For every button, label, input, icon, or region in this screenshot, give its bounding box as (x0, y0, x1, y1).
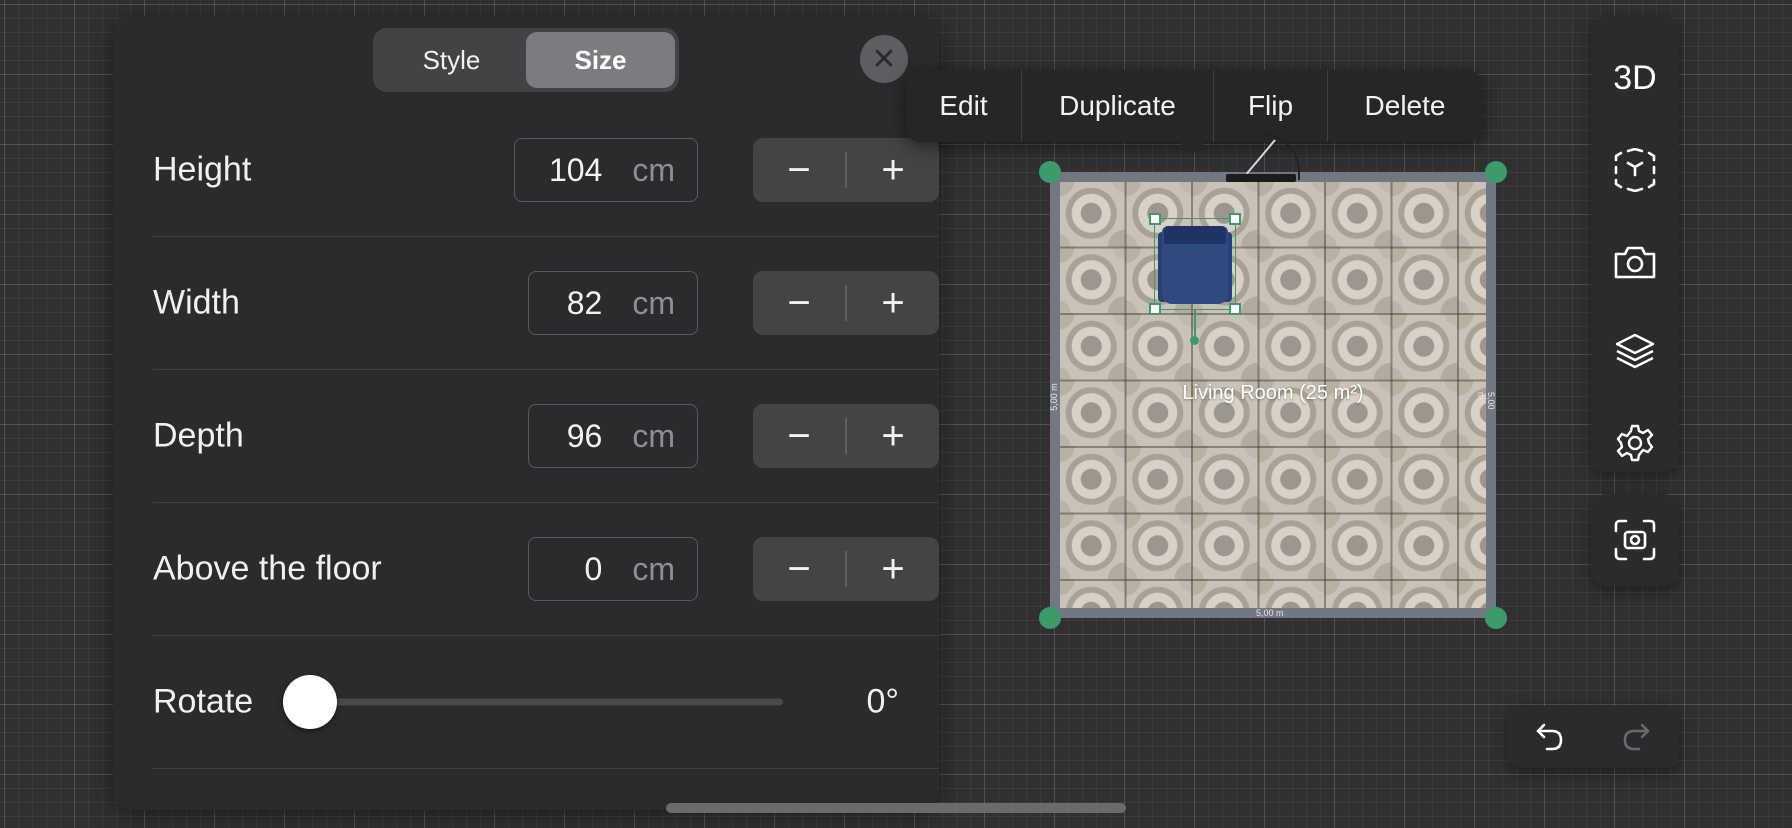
corner-handle-bottom-right[interactable] (1485, 607, 1507, 629)
settings-icon (1616, 424, 1654, 462)
height-decrement-button[interactable]: − (753, 138, 845, 202)
height-value: 104 (548, 151, 603, 188)
depth-value: 96 (566, 417, 603, 454)
width-decrement-button[interactable]: − (753, 271, 845, 335)
height-label: Height (153, 150, 252, 189)
height-unit: cm (632, 151, 675, 188)
delete-button[interactable]: Delete (1328, 70, 1482, 142)
width-label: Width (153, 283, 240, 322)
fit-view-icon (1614, 148, 1656, 192)
depth-decrement-button[interactable]: − (753, 404, 845, 468)
width-value: 82 (566, 284, 603, 321)
depth-label: Depth (153, 416, 244, 455)
door[interactable] (1226, 174, 1296, 182)
elevation-stepper: − + (753, 537, 939, 601)
home-indicator (666, 803, 1126, 813)
height-field[interactable]: 104 cm (514, 138, 698, 202)
history-controls (1507, 706, 1679, 768)
resize-handle-top-left[interactable] (1149, 213, 1161, 225)
screenshot-button[interactable] (1591, 494, 1679, 586)
layers-button[interactable] (1591, 312, 1679, 392)
camera-icon (1614, 246, 1656, 279)
depth-field[interactable]: 96 cm (528, 404, 698, 468)
depth-increment-button[interactable]: + (847, 404, 939, 468)
flip-button[interactable]: Flip (1214, 70, 1328, 142)
height-row: Height 104 cm − + (153, 104, 939, 237)
rotate-value: 0° (866, 682, 899, 721)
elevation-increment-button[interactable]: + (847, 537, 939, 601)
selection-box (1154, 218, 1236, 310)
width-stepper: − + (753, 271, 939, 335)
corner-handle-top-right[interactable] (1485, 161, 1507, 183)
properties-panel: Style Size ✕ Height 104 cm − + Width 82 … (113, 16, 939, 810)
depth-unit: cm (632, 417, 675, 454)
elevation-value: 0 (584, 550, 603, 587)
edit-button[interactable]: Edit (906, 70, 1022, 142)
width-unit: cm (632, 284, 675, 321)
dimension-bottom: 5,00 m (1256, 608, 1284, 618)
view-toolbar: 3D (1591, 16, 1679, 472)
redo-icon (1623, 723, 1650, 751)
duplicate-button[interactable]: Duplicate (1022, 70, 1214, 142)
close-button[interactable]: ✕ (860, 35, 908, 83)
elevation-unit: cm (632, 550, 675, 587)
width-field[interactable]: 82 cm (528, 271, 698, 335)
settings-button[interactable] (1591, 403, 1679, 483)
close-icon: ✕ (871, 42, 897, 76)
room-label: Living Room (25 m²) (1182, 382, 1364, 404)
context-menu-pointer (1178, 141, 1206, 155)
view-3d-button[interactable]: 3D (1591, 38, 1679, 118)
depth-row: Depth 96 cm − + (153, 370, 939, 503)
width-increment-button[interactable]: + (847, 271, 939, 335)
rotate-label: Rotate (153, 682, 254, 721)
corner-handle-bottom-left[interactable] (1039, 607, 1061, 629)
height-increment-button[interactable]: + (847, 138, 939, 202)
depth-stepper: − + (753, 404, 939, 468)
undo-button[interactable] (1507, 706, 1593, 768)
height-stepper: − + (753, 138, 939, 202)
context-menu: Edit Duplicate Flip Delete (906, 70, 1482, 142)
camera-button[interactable] (1591, 222, 1679, 302)
resize-handle-bottom-right[interactable] (1229, 303, 1241, 315)
corner-handle-top-left[interactable] (1039, 161, 1061, 183)
tab-switcher: Style Size (373, 28, 679, 92)
rotation-handle[interactable] (1190, 336, 1199, 345)
undo-icon (1536, 723, 1563, 751)
tab-style[interactable]: Style (377, 32, 526, 88)
tab-size[interactable]: Size (526, 32, 675, 88)
layers-icon (1615, 333, 1655, 369)
room[interactable]: 5,00 m 5,00 m 5,00 m Living Room (25 m²) (1039, 132, 1507, 629)
rotate-slider-track[interactable] (313, 698, 783, 706)
resize-handle-bottom-left[interactable] (1149, 303, 1161, 315)
elevation-label: Above the floor (153, 549, 382, 588)
fit-view-button[interactable] (1591, 130, 1679, 210)
elevation-row: Above the floor 0 cm − + (153, 503, 939, 636)
rotate-slider-thumb[interactable] (283, 675, 337, 729)
rotate-row: Rotate 0° (153, 636, 939, 769)
width-row: Width 82 cm − + (153, 237, 939, 370)
elevation-field[interactable]: 0 cm (528, 537, 698, 601)
elevation-decrement-button[interactable]: − (753, 537, 845, 601)
redo-button[interactable] (1593, 706, 1679, 768)
resize-handle-top-right[interactable] (1229, 213, 1241, 225)
screenshot-icon (1614, 519, 1656, 561)
